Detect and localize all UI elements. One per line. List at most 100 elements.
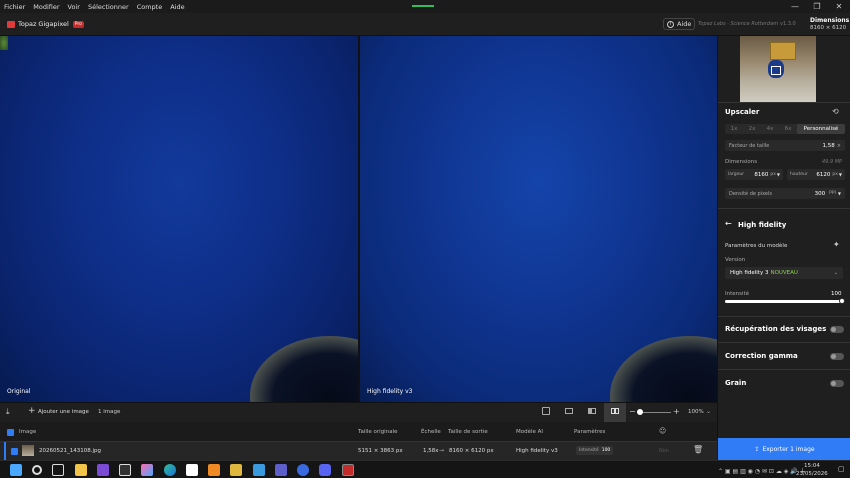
chevron-down-icon: ▼ — [837, 191, 841, 196]
add-image-button[interactable]: Ajouter une image — [38, 409, 89, 415]
scale-selector: 1x 2x 4x 6x Personnalisé — [725, 124, 845, 134]
zoom-chevron-icon[interactable]: ⌄ — [706, 408, 711, 415]
scale-custom[interactable]: Personnalisé — [797, 124, 845, 134]
scale-factor-label: Facteur de taille — [729, 142, 770, 149]
teams-icon[interactable] — [274, 464, 287, 476]
row-face-status: Non — [659, 448, 669, 454]
file-explorer-icon[interactable] — [74, 464, 87, 476]
grain-label: Grain — [725, 379, 747, 387]
density-unit: PPI — [829, 191, 836, 196]
back-arrow-icon[interactable]: ← — [725, 219, 732, 228]
intensity-label: Intensité — [725, 291, 750, 297]
dimensions-value: 8160 × 6120 — [810, 25, 847, 31]
app-icon-3[interactable] — [297, 464, 310, 476]
zoom-slider[interactable] — [637, 409, 671, 415]
tray-icons[interactable]: ⌃ ▣ ▤ ▥ ◉ ◔ ✉ ⊡ ☁ ◈ 🔊 ⏚ — [718, 466, 806, 475]
export-button[interactable]: ⇪ Exporter 1 image — [718, 438, 850, 460]
gigapixel-taskbar-icon[interactable] — [341, 464, 354, 476]
app-icon-2[interactable] — [252, 464, 265, 476]
single-view-icon[interactable] — [565, 408, 573, 414]
discord-icon[interactable] — [319, 464, 332, 476]
trash-icon[interactable]: 🗑 — [693, 445, 703, 454]
width-field[interactable]: largeur 8160 px ▼ — [725, 169, 783, 180]
split-view-icon[interactable] — [588, 408, 596, 414]
photos-icon[interactable] — [230, 464, 243, 476]
row-arrow: → — [439, 447, 445, 454]
height-value: 6120 — [816, 171, 831, 178]
sparkle-icon[interactable]: ✦ — [833, 240, 840, 249]
scale-4x[interactable]: 4x — [761, 126, 779, 132]
fit-icon[interactable] — [542, 407, 550, 415]
store-icon[interactable] — [185, 464, 198, 476]
crop-icon[interactable]: ⟲ — [832, 107, 839, 116]
menu-edit[interactable]: Modifier — [29, 3, 63, 11]
search-icon[interactable] — [32, 465, 43, 475]
select-all-checkbox[interactable] — [7, 429, 14, 436]
version-dropdown[interactable]: High fidelity 3 NOUVEAU ⌄ — [725, 267, 843, 279]
minimize-button[interactable]: — — [784, 0, 806, 13]
account-text: Topaz Labs · Science Rotterdam — [698, 21, 779, 27]
width-unit: px — [770, 172, 776, 177]
row-params-chip: Intensité 100 — [576, 446, 614, 455]
chevron-down-icon: ⌄ — [833, 270, 838, 276]
zoom-value[interactable]: 100% — [688, 409, 704, 415]
table-header: Image Taille originale Échelle Taille de… — [0, 422, 717, 442]
dimensions-label: Dimensions — [725, 159, 758, 165]
menu-select[interactable]: Sélectionner — [84, 3, 133, 11]
row-scale: 1,58x — [423, 448, 439, 454]
original-viewer[interactable]: Original — [0, 36, 358, 402]
dimensions-title: Dimensions — [810, 17, 850, 24]
vlc-icon[interactable] — [208, 464, 221, 476]
task-view-icon[interactable] — [52, 464, 65, 476]
app-icon-purple[interactable] — [96, 464, 109, 476]
scale-1x[interactable]: 1x — [725, 126, 743, 132]
upscaler-title: Upscaler — [725, 108, 760, 116]
density-field[interactable]: Densité de pixels 300 PPI ▼ — [725, 188, 845, 199]
notifications-icon[interactable]: ▢ — [838, 465, 845, 473]
height-unit: px — [832, 172, 838, 177]
menu-file[interactable]: Fichier — [0, 3, 29, 11]
menu-bar: Fichier Modifier Voir Sélectionner Compt… — [0, 0, 850, 13]
face-recovery-toggle[interactable] — [830, 326, 844, 333]
close-button[interactable]: ✕ — [828, 0, 850, 13]
edge-icon[interactable] — [163, 464, 176, 476]
row-model: High fidelity v3 — [516, 448, 558, 454]
clock-time[interactable]: 15:04 — [804, 463, 820, 469]
result-viewer[interactable]: High fidelity v3 — [360, 36, 717, 402]
intensity-slider[interactable] — [725, 298, 845, 304]
menu-help[interactable]: Aide — [166, 3, 188, 11]
result-label: High fidelity v3 — [367, 388, 413, 395]
app-icon-dark[interactable] — [119, 464, 132, 476]
settings-panel: Upscaler ⟲ 1x 2x 4x 6x Personnalisé Fact… — [717, 36, 850, 460]
col-params: Paramètres — [574, 429, 606, 435]
row-checkbox[interactable] — [11, 448, 18, 455]
col-scale: Échelle — [421, 429, 441, 435]
grain-toggle[interactable] — [830, 380, 844, 387]
windows-start-icon[interactable] — [10, 464, 22, 476]
intensity-thumb[interactable] — [839, 298, 845, 304]
side-by-side-view-icon[interactable] — [604, 403, 626, 423]
maximize-button[interactable]: ❐ — [806, 0, 828, 13]
zoom-out-icon[interactable]: − — [629, 407, 636, 416]
row-thumbnail — [22, 445, 34, 456]
clock-date[interactable]: 23/05/2026 — [796, 471, 828, 477]
menu-view[interactable]: Voir — [64, 3, 84, 11]
help-button[interactable]: Aide — [677, 20, 691, 28]
copilot-icon[interactable] — [141, 464, 154, 476]
scale-2x[interactable]: 2x — [743, 126, 761, 132]
table-row[interactable]: 20260521_143108.jpg 5151 × 3863 px 1,58x… — [0, 442, 717, 460]
zoom-thumb[interactable] — [637, 409, 643, 415]
zoom-in-icon[interactable]: + — [673, 407, 680, 416]
row-param-label: Intensité — [579, 448, 599, 453]
image-count: 1 image — [98, 409, 121, 415]
menu-account[interactable]: Compte — [133, 3, 167, 11]
scale-factor-field[interactable]: Facteur de taille 1,58 × — [725, 140, 845, 151]
viewport-box[interactable] — [771, 66, 781, 75]
import-icon[interactable]: ⤓ — [6, 407, 10, 417]
dimensions-mp: 49,9 MP — [822, 159, 843, 165]
painting — [770, 42, 796, 60]
navigator-thumbnail[interactable] — [740, 36, 816, 102]
gamma-toggle[interactable] — [830, 353, 844, 360]
height-field[interactable]: hauteur 6120 px ▼ — [787, 169, 845, 180]
scale-6x[interactable]: 6x — [779, 126, 797, 132]
